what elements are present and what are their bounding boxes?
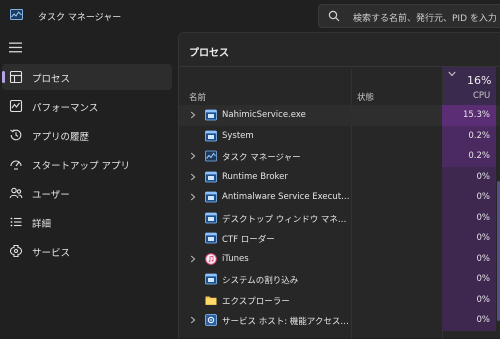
table-row[interactable]: NahimicService.exe 15.3% <box>179 105 500 126</box>
sidebar-item-details[interactable]: 詳細 <box>2 209 172 235</box>
sidebar-item-label: アプリの履歴 <box>32 132 90 143</box>
app-window-icon <box>205 130 217 142</box>
process-cpu: 0% <box>442 269 496 290</box>
startup-icon <box>10 160 22 170</box>
chevron-right-icon[interactable] <box>190 173 196 181</box>
sidebar-item-users[interactable]: ユーザー <box>2 180 172 206</box>
sidebar: プロセス パフォーマンス アプリの履歴 スタートアップ アプリ ユーザー 詳細 … <box>0 32 178 338</box>
table-row[interactable]: システムの割り込み 0% <box>179 269 500 290</box>
chevron-right-icon[interactable] <box>190 255 196 263</box>
processes-icon <box>9 70 23 84</box>
process-cpu: 15.3% <box>442 105 496 126</box>
chevron-right-icon[interactable] <box>190 316 196 324</box>
table-row[interactable]: デスクトップ ウィンドウ マネージャー 0% <box>179 207 500 229</box>
service-gear-icon <box>205 314 217 326</box>
performance-icon <box>9 99 23 113</box>
history-icon <box>10 129 22 141</box>
sidebar-item-label: サービス <box>32 248 71 259</box>
sidebar-item-label: ユーザー <box>32 190 70 201</box>
search-placeholder: 検索する名前、発行元、PID を入力 <box>353 14 497 24</box>
sidebar-item-services[interactable]: サービス <box>2 238 172 264</box>
process-name: Runtime Broker <box>222 171 288 182</box>
process-status <box>351 187 442 208</box>
app-window-icon <box>205 109 217 121</box>
process-name: サービス ホスト: 機能アクセス マネ... <box>222 317 350 327</box>
window-title: タスク マネージャー <box>38 13 122 23</box>
process-status <box>351 126 442 147</box>
process-status <box>351 208 442 229</box>
process-status <box>351 146 442 167</box>
process-status <box>351 167 442 188</box>
chevron-right-icon[interactable] <box>190 111 196 119</box>
process-name: CTF ローダー <box>222 235 275 245</box>
services-icon <box>9 244 23 258</box>
table-row[interactable]: iTunes 0% <box>179 248 500 270</box>
process-cpu: 0% <box>442 166 496 188</box>
search-input[interactable]: 検索する名前、発行元、PID を入力 <box>318 4 500 28</box>
task-manager-icon <box>205 150 217 162</box>
chevron-down-icon[interactable] <box>448 71 456 77</box>
itunes-icon <box>205 252 217 265</box>
app-window-icon <box>205 191 217 203</box>
sidebar-item-label: パフォーマンス <box>32 103 99 114</box>
sidebar-item-processes[interactable]: プロセス <box>2 64 172 90</box>
hamburger-menu-icon[interactable] <box>9 42 22 53</box>
process-status <box>351 249 442 270</box>
chevron-right-icon[interactable] <box>190 193 196 201</box>
table-row[interactable]: System 0.2% <box>179 125 500 147</box>
app-window-icon <box>205 273 217 285</box>
folder-icon <box>205 294 217 306</box>
table-row[interactable]: タスク マネージャー 0.2% <box>179 146 500 167</box>
sidebar-item-label: スタートアップ アプリ <box>32 161 131 172</box>
process-status <box>351 290 442 311</box>
active-indicator <box>2 71 5 83</box>
sidebar-item-label: プロセス <box>32 74 71 85</box>
table-row[interactable]: エクスプローラー 0% <box>179 289 500 311</box>
process-cpu: 0% <box>442 207 496 229</box>
process-name: Antimalware Service Executable <box>222 192 350 202</box>
app-window-icon <box>205 212 217 224</box>
process-name: エクスプローラー <box>222 296 290 307</box>
process-status <box>351 269 442 290</box>
sidebar-item-app-history[interactable]: アプリの履歴 <box>2 122 172 148</box>
cpu-total-percent: 16% <box>467 74 492 87</box>
process-status <box>351 105 442 126</box>
process-name: デスクトップ ウィンドウ マネージャー <box>222 214 350 225</box>
process-cpu: 0% <box>442 289 496 311</box>
process-cpu: 0% <box>442 248 496 270</box>
app-window-icon <box>205 232 217 244</box>
process-status <box>351 310 442 331</box>
process-name: タスク マネージャー <box>222 153 301 163</box>
details-icon <box>10 217 22 227</box>
page-title: プロセス <box>189 48 229 59</box>
process-cpu: 0% <box>442 187 496 208</box>
chevron-right-icon[interactable] <box>190 152 196 160</box>
main-panel: プロセス 名前 状態 16% CPU NahimicService.exe 15.… <box>178 32 500 339</box>
column-header-cpu[interactable]: CPU <box>473 91 490 101</box>
title-bar: タスク マネージャー 検索する名前、発行元、PID を入力 <box>0 0 500 32</box>
process-cpu: 0% <box>442 228 496 249</box>
users-icon <box>9 187 23 199</box>
process-cpu: 0% <box>442 310 496 331</box>
process-cpu: 0.2% <box>442 146 496 167</box>
column-header-name[interactable]: 名前 <box>189 91 206 103</box>
task-manager-icon <box>10 9 23 20</box>
sidebar-item-startup-apps[interactable]: スタートアップ アプリ <box>2 151 172 177</box>
process-name: NahimicService.exe <box>222 110 306 120</box>
process-name: System <box>222 130 254 141</box>
process-cpu: 0.2% <box>442 125 496 147</box>
table-row[interactable]: サービス ホスト: 機能アクセス マネ... 0% <box>179 310 500 331</box>
process-status <box>351 228 442 249</box>
column-header-status[interactable]: 状態 <box>357 91 374 103</box>
app-window-icon <box>205 171 217 183</box>
search-icon <box>328 10 340 22</box>
table-row[interactable]: Runtime Broker 0% <box>179 166 500 188</box>
sidebar-item-performance[interactable]: パフォーマンス <box>2 93 172 119</box>
process-name: システムの割り込み <box>222 276 299 286</box>
table-row[interactable]: CTF ローダー 0% <box>179 228 500 249</box>
table-row[interactable]: Antimalware Service Executable 0% <box>179 187 500 208</box>
sidebar-item-label: 詳細 <box>32 219 52 230</box>
process-name: iTunes <box>222 253 249 264</box>
